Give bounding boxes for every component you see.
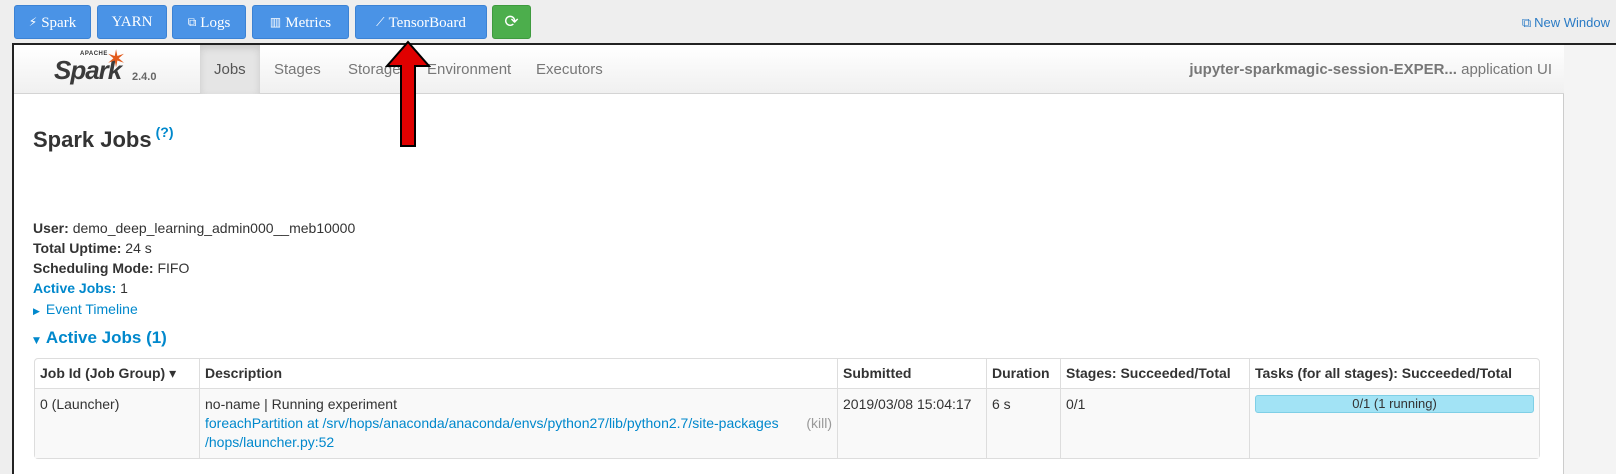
col-job-id[interactable]: Job Id (Job Group) ▾ (35, 359, 199, 388)
tasks-progress-bar: 0/1 (1 running) (1255, 395, 1534, 413)
cell-description: no-name | Running experiment (kill) fore… (199, 388, 837, 458)
table-row: 0 (Launcher) no-name | Running experimen… (35, 388, 1539, 458)
annotation-arrow-icon (385, 40, 431, 147)
yarn-button[interactable]: YARN (97, 5, 167, 39)
col-submitted[interactable]: Submitted (837, 359, 986, 388)
active-jobs-header[interactable]: ▼ Active Jobs (1) (33, 328, 167, 348)
job-summary: User: demo_deep_learning_admin000__meb10… (33, 218, 355, 298)
spark-navbar: APACHE Spark ✶ 2.4.0 Jobs Stages Storage… (14, 45, 1564, 94)
spark-version: 2.4.0 (132, 71, 157, 83)
tab-jobs[interactable]: Jobs (200, 45, 260, 94)
event-timeline-toggle[interactable]: ▶ Event Timeline (33, 301, 138, 317)
tab-executors[interactable]: Executors (522, 45, 617, 94)
col-stages[interactable]: Stages: Succeeded/Total (1060, 359, 1249, 388)
col-tasks[interactable]: Tasks (for all stages): Succeeded/Total (1249, 359, 1539, 388)
new-window-link[interactable]: ⧉ New Window (1522, 15, 1610, 31)
refresh-icon: ⟳ (504, 12, 519, 32)
bar-chart-icon: ▥ (269, 15, 282, 29)
cell-job-id: 0 (Launcher) (35, 388, 199, 458)
spark-ui-page: APACHE Spark ✶ 2.4.0 Jobs Stages Storage… (14, 45, 1564, 474)
col-duration[interactable]: Duration (986, 359, 1060, 388)
caret-down-icon: ▼ (33, 336, 40, 346)
table-header-row: Job Id (Job Group) ▾ Description Submitt… (35, 359, 1539, 388)
metrics-button[interactable]: ▥ Metrics (252, 5, 349, 39)
summary-uptime: Total Uptime: 24 s (33, 240, 152, 256)
summary-scheduling-mode: Scheduling Mode: FIFO (33, 260, 190, 276)
job-detail-link[interactable]: foreachPartition at /srv/hops/anaconda/a… (205, 414, 832, 433)
tab-stages[interactable]: Stages (260, 45, 335, 94)
application-name: jupyter-sparkmagic-session-EXPER... appl… (1189, 61, 1552, 78)
summary-active-jobs: Active Jobs: 1 (33, 280, 128, 296)
tensorboard-button[interactable]: ⟋ TensorBoard (355, 5, 487, 39)
cell-duration: 6 s (986, 388, 1060, 458)
spark-star-icon: ✶ (106, 45, 127, 73)
refresh-button[interactable]: ⟳ (492, 5, 531, 39)
frame-margin (1564, 45, 1616, 474)
cell-tasks: 0/1 (1 running) (1249, 388, 1539, 458)
cell-stages: 0/1 (1060, 388, 1249, 458)
logs-button[interactable]: ⧉ Logs (172, 5, 246, 39)
caret-right-icon: ▶ (33, 307, 40, 317)
bolt-icon: ⚡ (28, 15, 38, 29)
copy-icon: ⧉ (187, 15, 197, 29)
top-toolbar: ⚡ Spark YARN ⧉ Logs ▥ Metrics ⟋ TensorBoard … (0, 0, 1616, 44)
col-description[interactable]: Description (199, 359, 837, 388)
spark-logo[interactable]: APACHE Spark ✶ 2.4.0 (50, 45, 156, 91)
job-detail-link-cont[interactable]: /hops/launcher.py:52 (205, 433, 832, 452)
kill-link[interactable]: (kill) (806, 414, 832, 433)
cell-submitted: 2019/03/08 15:04:17 (837, 388, 986, 458)
active-jobs-table: Job Id (Job Group) ▾ Description Submitt… (34, 358, 1540, 459)
help-link[interactable]: (?) (156, 124, 174, 140)
summary-user: User: demo_deep_learning_admin000__meb10… (33, 220, 356, 236)
active-jobs-link[interactable]: Active Jobs: (33, 280, 116, 296)
line-chart-icon: ⟋ (376, 15, 385, 29)
spark-button[interactable]: ⚡ Spark (14, 5, 91, 39)
spark-ui-frame: APACHE Spark ✶ 2.4.0 Jobs Stages Storage… (12, 43, 1616, 474)
external-link-icon: ⧉ (1521, 16, 1532, 31)
page-title: Spark Jobs (?) (33, 124, 174, 152)
